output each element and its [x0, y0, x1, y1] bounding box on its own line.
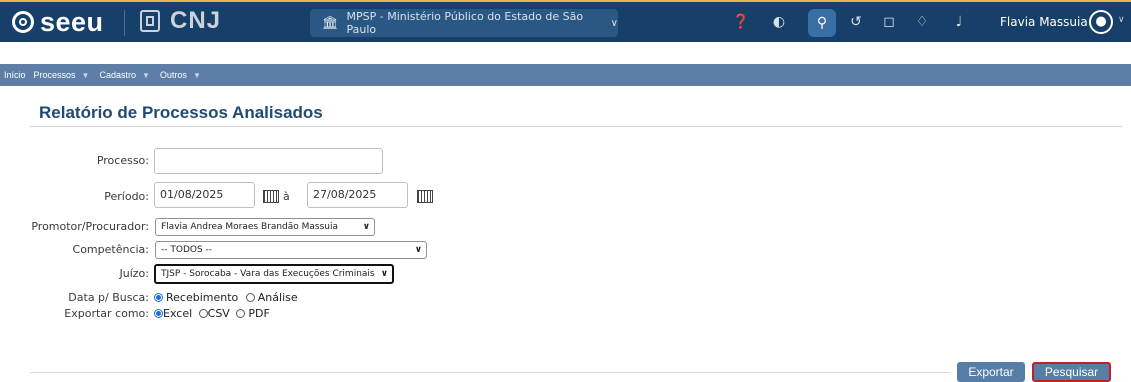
periodo-separator: à — [283, 190, 290, 203]
seeu-logo[interactable]: seeu — [12, 7, 104, 37]
competencia-select[interactable]: -- TODOS -- ∨ — [155, 241, 427, 259]
pesquisar-button[interactable]: Pesquisar — [1032, 362, 1111, 382]
cnj-logo: CNJ — [140, 7, 221, 35]
menu-item-outros[interactable]: Outros — [160, 70, 187, 80]
menu-item-cadastro[interactable]: Cadastro — [99, 70, 136, 80]
bookmark-icon[interactable]: ◻ — [880, 13, 898, 31]
seeu-logo-icon — [12, 11, 34, 33]
radio-excel-label: Excel — [163, 307, 193, 320]
history-icon[interactable]: ↺ — [847, 13, 865, 31]
org-selector[interactable]: 🏛 MPSP - Ministério Público do Estado de… — [310, 9, 618, 37]
processo-input[interactable] — [154, 148, 383, 174]
user-avatar-icon[interactable]: ● — [1089, 10, 1113, 34]
search-icon[interactable]: ⚲ — [808, 9, 836, 37]
chevron-down-icon: ∨ — [380, 269, 388, 279]
radio-csv-label: CSV — [207, 307, 230, 320]
exportar-button[interactable]: Exportar — [957, 362, 1025, 382]
radio-pdf-label: PDF — [248, 307, 270, 320]
chevron-down-icon: ∨ — [362, 222, 370, 232]
juizo-select[interactable]: TJSP - Sorocaba - Vara das Execuções Cri… — [154, 264, 394, 284]
radio-csv[interactable] — [198, 309, 208, 318]
seeu-logo-text: seeu — [40, 6, 104, 37]
title-divider — [30, 126, 1122, 127]
page-title: Relatório de Processos Analisados — [39, 103, 323, 122]
radio-analise-label: Análise — [257, 291, 298, 304]
menu-item-processos[interactable]: Processos — [34, 70, 76, 80]
help-icon[interactable]: ❓ — [732, 13, 750, 31]
periodo-end-input[interactable]: 27/08/2025 — [307, 182, 408, 208]
caret-down-icon: ▼ — [81, 70, 90, 80]
user-menu-chevron-icon[interactable]: ∨ — [1118, 15, 1125, 25]
caret-down-icon: ▼ — [192, 70, 201, 80]
periodo-start-input[interactable]: 01/08/2025 — [154, 182, 255, 208]
promotor-label: Promotor/Procurador: — [31, 220, 149, 233]
org-selector-label: MPSP - Ministério Público do Estado de S… — [346, 10, 584, 36]
calendar-icon[interactable] — [263, 190, 279, 203]
radio-recebimento[interactable] — [154, 293, 163, 302]
cnj-logo-icon — [140, 10, 160, 32]
radio-pdf[interactable] — [236, 309, 246, 318]
calendar-icon[interactable] — [417, 190, 433, 203]
periodo-label: Período: — [104, 190, 149, 203]
radio-analise[interactable] — [245, 293, 255, 302]
tag-icon[interactable]: ♢ — [913, 13, 931, 31]
data-busca-label: Data p/ Busca: — [68, 291, 149, 304]
footer-divider — [30, 372, 950, 373]
radio-excel[interactable] — [154, 309, 163, 318]
juizo-label: Juízo: — [119, 267, 149, 280]
exportar-label: Exportar como: — [64, 307, 149, 320]
main-menu: Início Processos ▼ Cadastro ▼ Outros ▼ — [0, 64, 1131, 86]
processo-label: Processo: — [96, 154, 149, 167]
menu-item-inicio[interactable]: Início — [4, 70, 26, 80]
user-name[interactable]: Flavia Massuia — [1000, 15, 1088, 29]
cnj-logo-text: CNJ — [170, 7, 222, 34]
contrast-icon[interactable]: ◐ — [770, 13, 788, 31]
exportar-options: Excel CSV PDF — [154, 307, 270, 320]
competencia-select-value: -- TODOS -- — [161, 245, 213, 255]
radio-recebimento-label: Recebimento — [166, 291, 239, 304]
header-divider — [124, 10, 125, 36]
juizo-select-value: TJSP - Sorocaba - Vara das Execuções Cri… — [161, 269, 375, 279]
bank-icon: 🏛 — [322, 15, 339, 31]
data-busca-options: Recebimento Análise — [154, 291, 298, 304]
chevron-down-icon: ∨ — [610, 17, 618, 29]
caret-down-icon: ▼ — [142, 70, 150, 80]
promotor-select[interactable]: Flavia Andrea Moraes Brandão Massuia ∨ — [155, 218, 375, 236]
promotor-select-value: Flavia Andrea Moraes Brandão Massuia — [161, 222, 339, 232]
chevron-down-icon: ∨ — [414, 245, 422, 255]
top-header: seeu CNJ 🏛 MPSP - Ministério Público do … — [0, 0, 1131, 42]
bell-icon[interactable]: ♩ — [950, 13, 968, 31]
competencia-label: Competência: — [72, 243, 149, 256]
